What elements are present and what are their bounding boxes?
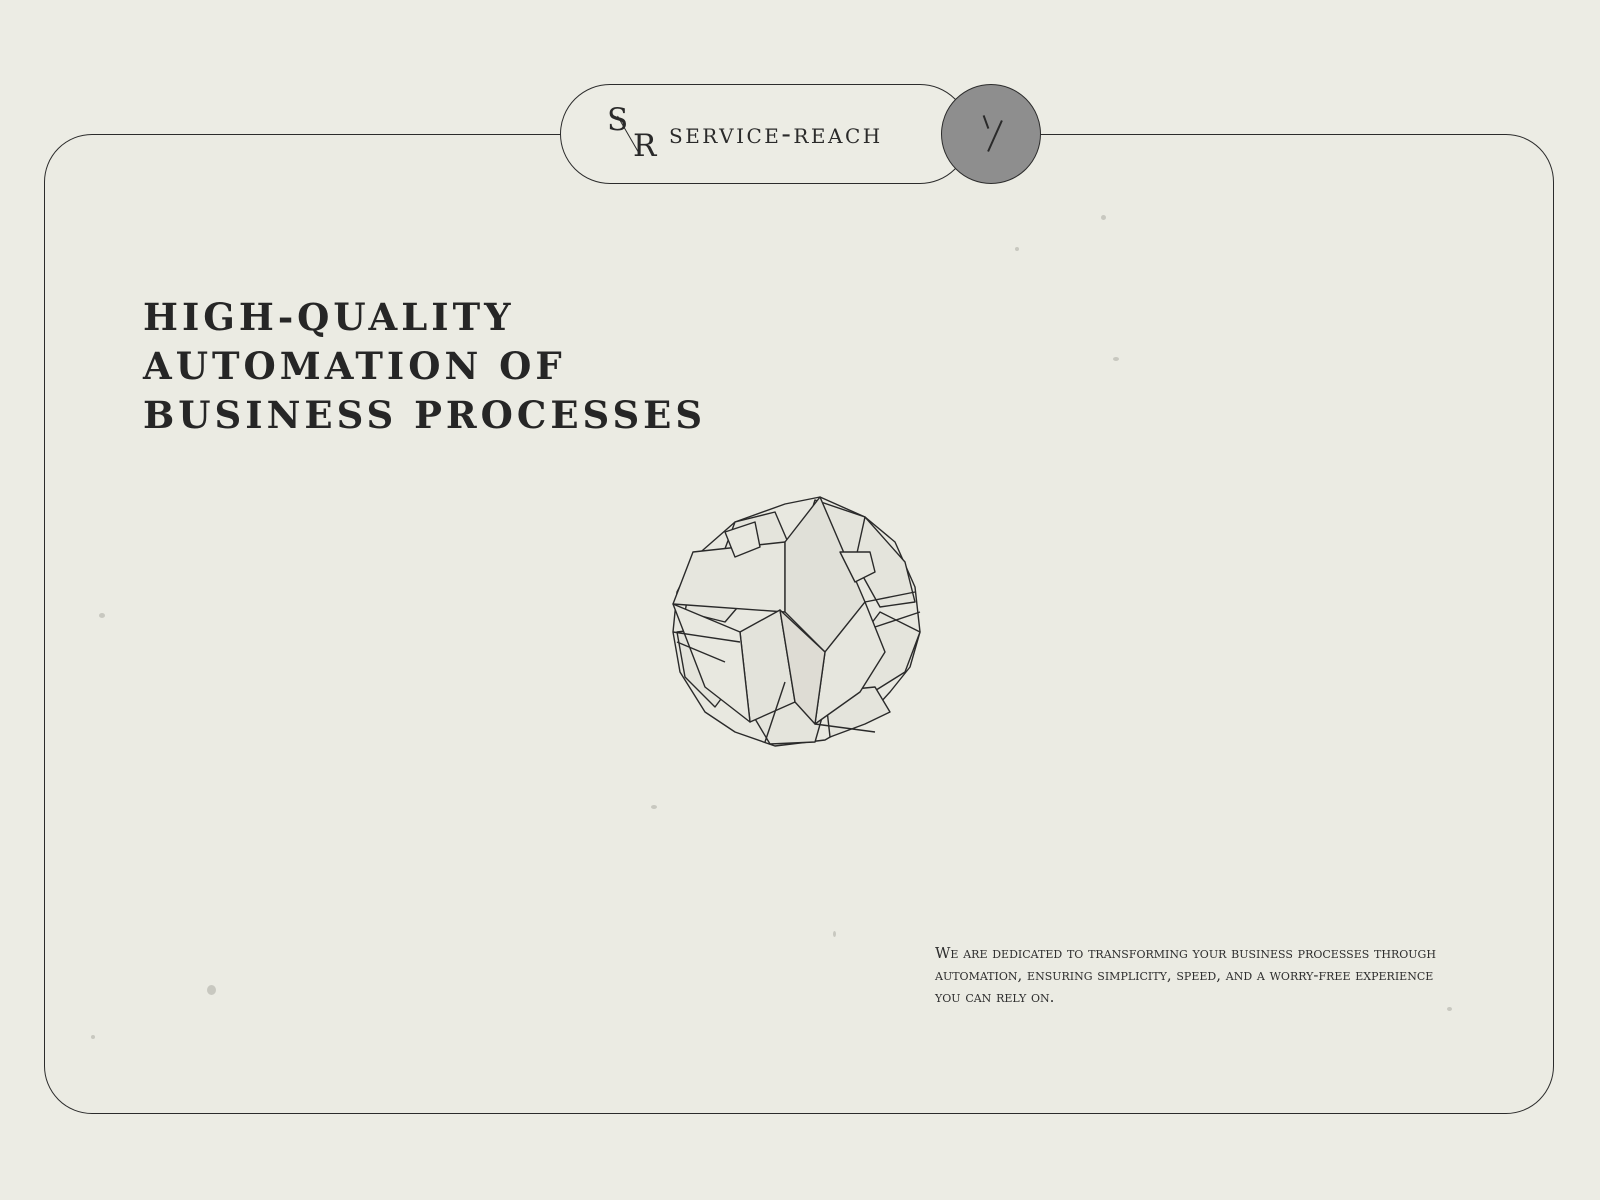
headline-line: HIGH-QUALITY xyxy=(143,295,515,339)
paper-speck xyxy=(833,931,836,937)
headline-line: BUSINESS PROCESSES xyxy=(143,393,707,437)
logo-letter-r: R xyxy=(633,128,657,164)
hero-headline: HIGH-QUALITY AUTOMATION OF BUSINESS PROC… xyxy=(143,293,706,440)
paper-speck xyxy=(1101,215,1106,220)
paper-speck xyxy=(1113,357,1119,361)
brand-header-pill[interactable]: S R SERVICE-REACH xyxy=(560,84,970,184)
paper-speck xyxy=(1015,247,1019,251)
paper-speck xyxy=(99,613,105,618)
menu-button[interactable] xyxy=(941,84,1041,184)
geometric-polyhedron-illustration xyxy=(672,496,921,747)
menu-slash-icon-long xyxy=(987,120,1003,152)
hero-description: We are dedicated to transforming your bu… xyxy=(935,944,1436,1006)
headline-line: AUTOMATION OF xyxy=(143,344,566,388)
brand-logo: S R xyxy=(607,105,657,165)
paper-speck xyxy=(651,805,657,809)
paper-speck xyxy=(91,1035,95,1039)
paper-speck xyxy=(207,985,216,995)
menu-slash-icon xyxy=(982,115,990,129)
brand-name: SERVICE-REACH xyxy=(669,117,883,150)
